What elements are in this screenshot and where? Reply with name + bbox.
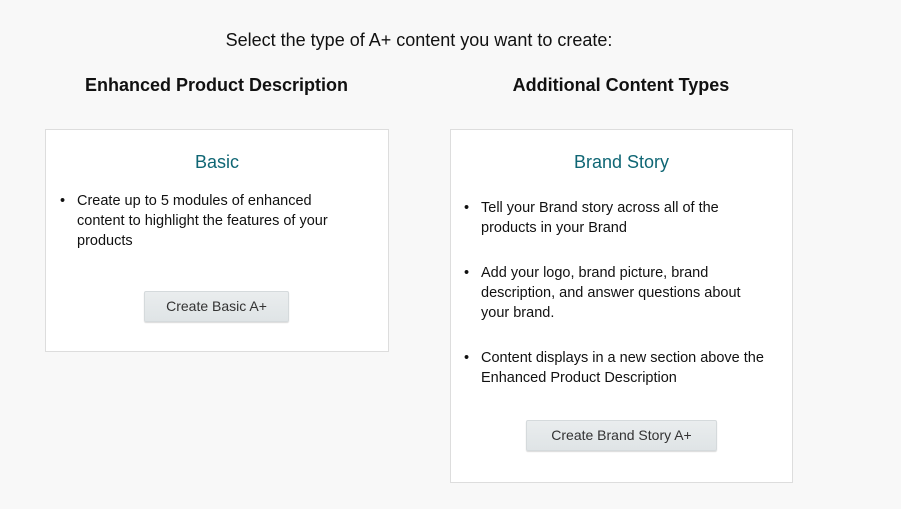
list-item-text: Add your logo, brand picture, brand desc… bbox=[481, 265, 741, 321]
list-item-text: Content displays in a new section above … bbox=[481, 350, 764, 386]
brand-story-card-title: Brand Story bbox=[573, 152, 670, 172]
list-item: • Content displays in a new section abov… bbox=[464, 348, 764, 388]
list-item: • Create up to 5 modules of enhanced con… bbox=[60, 191, 360, 251]
additional-content-types-heading: Additional Content Types bbox=[512, 75, 730, 95]
basic-content-card: Basic • Create up to 5 modules of enhanc… bbox=[45, 129, 389, 352]
basic-feature-list: • Create up to 5 modules of enhanced con… bbox=[60, 191, 360, 251]
bullet-icon: • bbox=[464, 265, 470, 281]
bullet-icon: • bbox=[60, 193, 66, 209]
bullet-icon: • bbox=[464, 200, 470, 216]
list-item-text: Create up to 5 modules of enhanced conte… bbox=[77, 193, 328, 249]
page-title: Select the type of A+ content you want t… bbox=[225, 30, 613, 50]
list-item: • Add your logo, brand picture, brand de… bbox=[464, 263, 764, 323]
enhanced-product-description-heading: Enhanced Product Description bbox=[84, 75, 349, 95]
create-brand-story-a-plus-button[interactable]: Create Brand Story A+ bbox=[526, 420, 717, 451]
content-type-selection-page: Select the type of A+ content you want t… bbox=[0, 0, 901, 509]
bullet-icon: • bbox=[464, 350, 470, 366]
brand-story-card: Brand Story • Tell your Brand story acro… bbox=[450, 129, 793, 483]
list-item: • Tell your Brand story across all of th… bbox=[464, 198, 764, 238]
create-basic-a-plus-button[interactable]: Create Basic A+ bbox=[144, 291, 289, 322]
list-item-text: Tell your Brand story across all of the … bbox=[481, 200, 719, 236]
basic-card-title: Basic bbox=[194, 152, 239, 172]
brand-story-feature-list: • Tell your Brand story across all of th… bbox=[464, 198, 764, 413]
